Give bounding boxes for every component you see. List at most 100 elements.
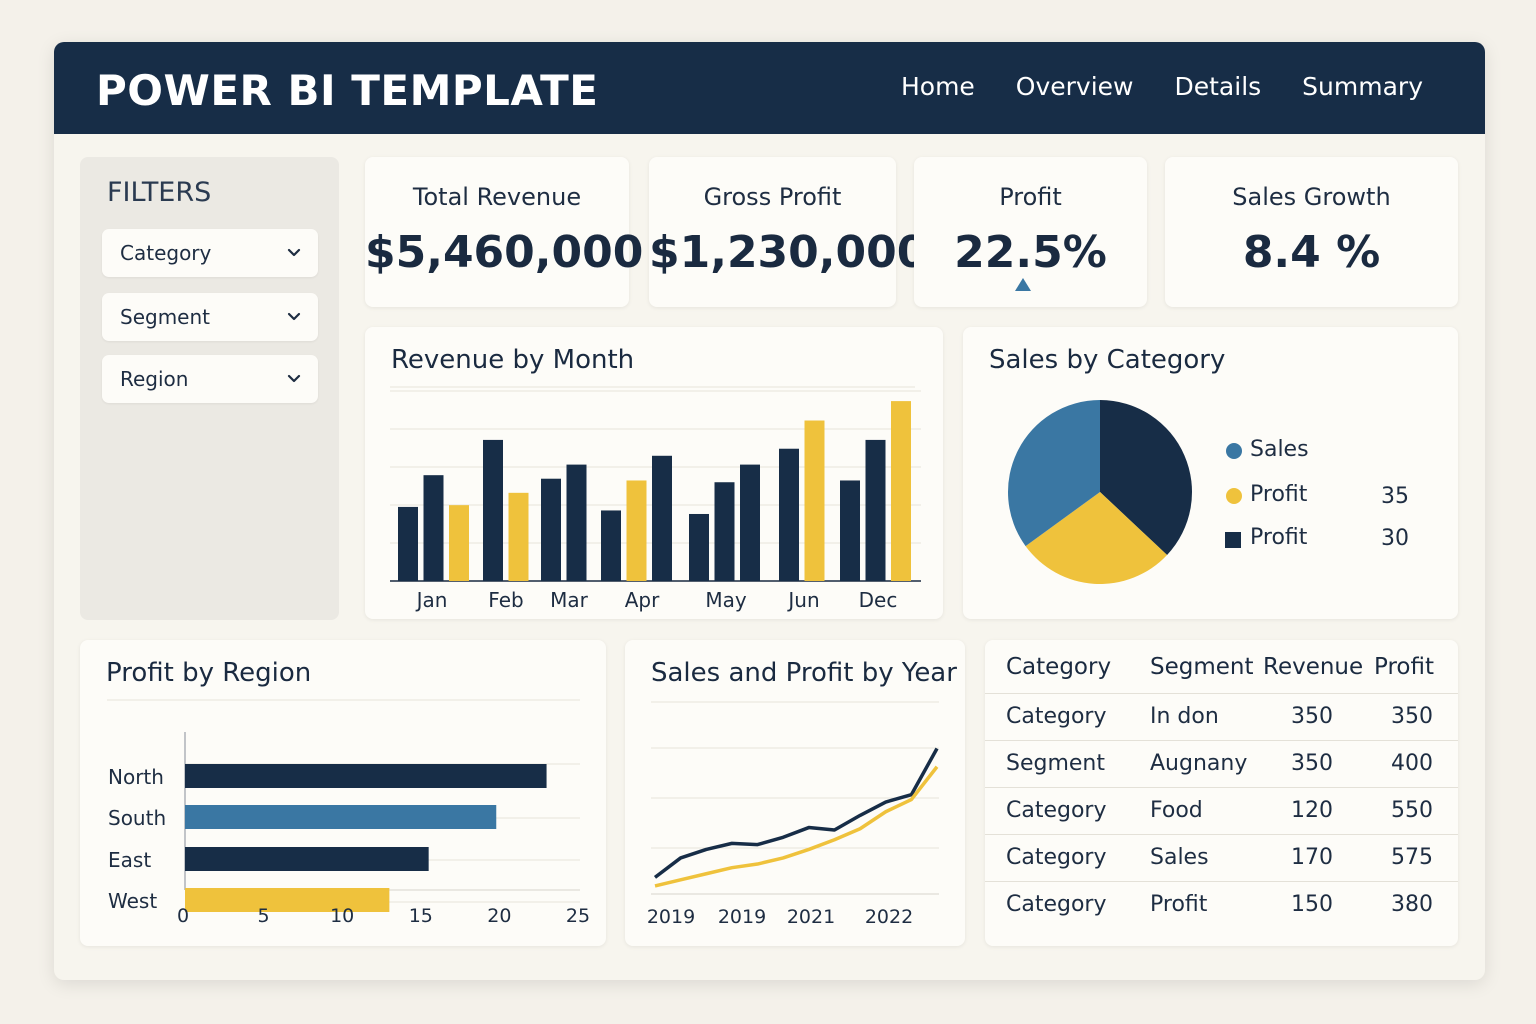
table-cell: 350 — [1291, 751, 1333, 776]
profit-by-region-card: Profit by Region North South East West 0 5 10 1… — [80, 640, 606, 946]
bar — [891, 401, 911, 581]
sales-profit-year-chart: 2019 2019 2021 2022 — [647, 701, 939, 928]
nav-details[interactable]: Details — [1175, 72, 1262, 101]
chevron-down-icon — [287, 374, 301, 383]
legend-label: Sales — [1250, 437, 1309, 462]
table-cell: Profit — [1150, 892, 1208, 917]
legend-value: 30 — [1381, 526, 1409, 551]
x-tick-label: Feb — [488, 588, 523, 612]
bar — [779, 448, 799, 581]
nav-home[interactable]: Home — [901, 72, 975, 101]
table-header[interactable]: Revenue — [1263, 654, 1363, 680]
x-tick-label: Jun — [786, 588, 819, 612]
table-cell: Sales — [1150, 845, 1209, 870]
bar — [865, 439, 886, 581]
series-line — [653, 747, 939, 879]
bar — [804, 420, 825, 581]
table-cell: Category — [1006, 704, 1107, 729]
chevron-down-icon — [287, 312, 301, 321]
table-row[interactable]: Category Profit 150 380 — [985, 881, 1458, 928]
table-cell: Category — [1006, 892, 1107, 917]
category-dropdown[interactable]: Category — [102, 229, 318, 277]
nav-bar: Home Overview Details Summary — [901, 72, 1423, 101]
x-tick-label: Jan — [415, 588, 448, 612]
table-cell: In don — [1150, 704, 1219, 729]
kpi-profit: Profit 22.5% — [914, 157, 1147, 307]
table-cell: 120 — [1291, 798, 1333, 823]
nav-overview[interactable]: Overview — [1016, 72, 1134, 101]
x-tick-label: 0 — [177, 905, 189, 927]
table-cell: 575 — [1391, 845, 1433, 870]
bar — [626, 480, 647, 581]
bar — [508, 492, 529, 581]
legend-square-icon — [1225, 532, 1241, 548]
table-cell: 170 — [1291, 845, 1333, 870]
legend-label: Profit — [1250, 482, 1308, 507]
x-tick-label: 10 — [330, 905, 354, 927]
legend-value: 35 — [1381, 484, 1409, 509]
table-header[interactable]: Profit — [1374, 654, 1434, 680]
profit-by-region-chart: North South East West 0 5 10 15 20 25 — [107, 699, 590, 927]
data-table-card: Category Segment Revenue Profit Category… — [985, 640, 1458, 946]
kpi-title: Profit — [999, 183, 1062, 211]
header-bar: POWER BI TEMPLATE Home Overview Details … — [54, 42, 1485, 134]
revenue-by-month-chart: Jan Feb Mar Apr May Jun Dec — [390, 386, 921, 612]
sales-by-category-card: Sales by Category Sales Profit 35 Profit… — [963, 327, 1458, 619]
x-tick-label: 5 — [258, 905, 270, 927]
table-cell: 350 — [1391, 704, 1433, 729]
bar — [566, 464, 587, 581]
table-cell: Segment — [1006, 751, 1105, 776]
legend-circle-icon — [1226, 488, 1242, 504]
chevron-down-icon — [287, 248, 301, 257]
table-row[interactable]: Category Sales 170 575 — [985, 834, 1458, 881]
bar — [449, 505, 469, 581]
revenue-by-month-card: Revenue by Month Jan Feb Mar Apr May Jun Dec — [365, 327, 943, 619]
region-dropdown[interactable]: Region — [102, 355, 318, 403]
table-cell: 350 — [1291, 704, 1333, 729]
bar — [714, 482, 735, 581]
y-tick-label: West — [108, 889, 157, 913]
kpi-value: 8.4 % — [1242, 227, 1381, 278]
bar — [483, 439, 503, 581]
x-tick-label: Dec — [859, 588, 898, 612]
kpi-value: $1,230,000 — [649, 227, 928, 278]
kpi-title: Sales Growth — [1232, 183, 1391, 211]
series-line — [654, 765, 939, 888]
y-tick-label: East — [108, 848, 151, 872]
bar — [601, 510, 621, 581]
kpi-gross-profit: Gross Profit $1,230,000 — [649, 157, 928, 307]
table-cell: Food — [1150, 798, 1203, 823]
filters-panel: FILTERS Category Segment Region — [80, 157, 339, 620]
app-title: POWER BI TEMPLATE — [96, 66, 599, 115]
table-header[interactable]: Segment — [1150, 654, 1254, 680]
bar — [652, 455, 672, 581]
bar — [541, 478, 561, 581]
table-cell: Category — [1006, 845, 1107, 870]
table-cell: 400 — [1391, 751, 1433, 776]
x-tick-label: 2019 — [718, 906, 766, 928]
table-cell: 150 — [1291, 892, 1333, 917]
kpi-sales-growth: Sales Growth 8.4 % — [1165, 157, 1458, 307]
table-header[interactable]: Category — [1006, 654, 1111, 680]
kpi-title: Gross Profit — [703, 183, 842, 211]
sales-by-category-pie — [1008, 400, 1192, 584]
x-tick-label: 20 — [487, 905, 511, 927]
x-tick-label: May — [705, 588, 747, 612]
bar — [398, 506, 418, 581]
table-row[interactable]: Category In don 350 350 — [985, 693, 1458, 740]
bar — [185, 847, 429, 871]
x-tick-label: 2021 — [787, 906, 835, 928]
trend-up-icon — [1015, 278, 1031, 291]
bar — [185, 764, 547, 788]
table-row[interactable]: Segment Augnany 350 400 — [985, 740, 1458, 787]
table-cell: Augnany — [1150, 751, 1248, 776]
filters-title: FILTERS — [107, 177, 212, 208]
x-tick-label: Apr — [625, 588, 660, 612]
segment-dropdown[interactable]: Segment — [102, 293, 318, 341]
table-row[interactable]: Category Food 120 550 — [985, 787, 1458, 834]
x-tick-label: 2022 — [865, 906, 913, 928]
y-tick-label: South — [108, 806, 166, 830]
table-cell: Category — [1006, 798, 1107, 823]
kpi-title: Total Revenue — [412, 183, 582, 211]
nav-summary[interactable]: Summary — [1302, 72, 1423, 101]
